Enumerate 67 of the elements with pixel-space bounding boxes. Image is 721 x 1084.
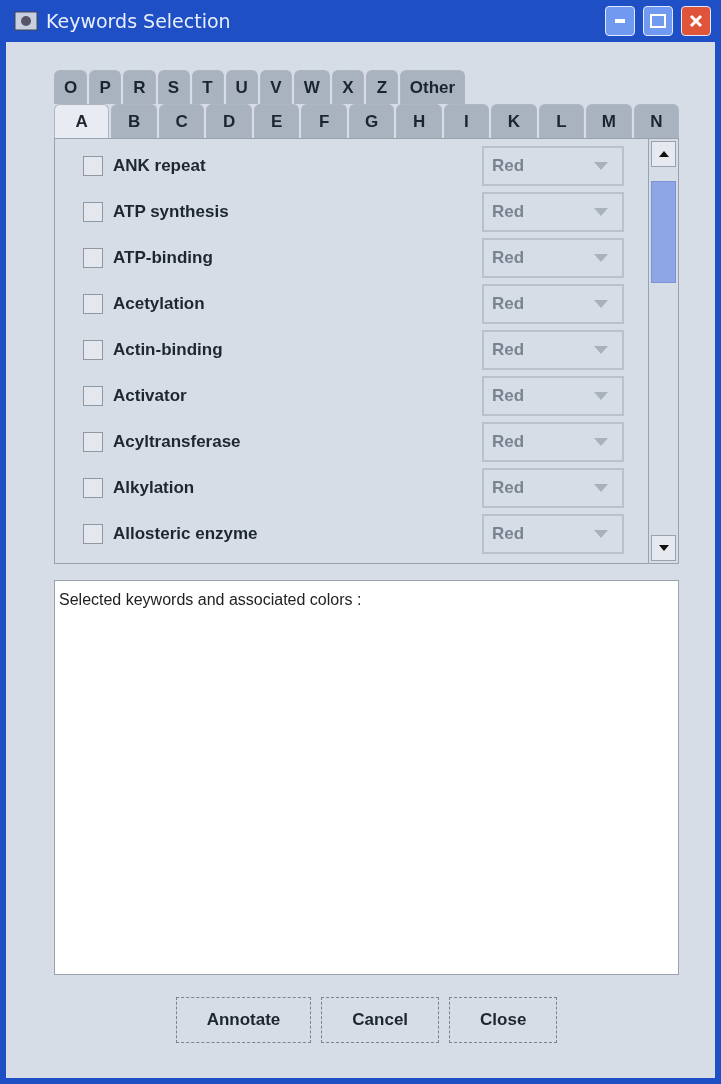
letter-tab[interactable]: N [633, 104, 680, 138]
keyword-checkbox[interactable] [83, 248, 103, 268]
letter-tab[interactable]: V [259, 70, 292, 104]
caret-icon [594, 300, 608, 308]
letter-tab[interactable]: T [191, 70, 224, 104]
keyword-checkbox[interactable] [83, 294, 103, 314]
minimize-button[interactable] [605, 6, 635, 36]
dialog-button[interactable]: Cancel [321, 996, 440, 1043]
letter-tab[interactable]: G [348, 104, 395, 138]
letter-tab[interactable]: U [225, 70, 258, 104]
caret-icon [594, 484, 608, 492]
keyword-checkbox[interactable] [83, 478, 103, 498]
letter-tab[interactable]: B [111, 104, 157, 138]
letter-tab[interactable]: F [301, 104, 347, 138]
keyword-label: ATP-binding [113, 248, 214, 268]
letter-tab[interactable]: A [54, 104, 110, 138]
letter-tab[interactable]: C [158, 104, 205, 138]
keyword-label: Acyltransferase [113, 432, 242, 452]
scrollbar-thumb[interactable] [651, 181, 676, 283]
caret-icon [594, 162, 608, 170]
letter-tab[interactable]: I [443, 104, 490, 138]
letter-tab[interactable]: P [89, 70, 122, 104]
area-heading: Selected keywords and associated colors : [59, 591, 362, 608]
letter-tab[interactable]: E [253, 104, 300, 138]
letter-tab[interactable]: X [331, 70, 364, 104]
maximize-icon [650, 14, 666, 28]
keyword-label: Actin-binding [113, 340, 224, 360]
keyword-checkbox[interactable] [83, 156, 103, 176]
keyword-checkbox[interactable] [83, 524, 103, 544]
letter-tab[interactable]: D [206, 104, 252, 138]
keyword-checkbox[interactable] [83, 432, 103, 452]
app-icon [14, 9, 38, 33]
keyword-checkbox[interactable] [83, 386, 103, 406]
letter-tab[interactable]: H [396, 104, 442, 138]
letter-tab[interactable]: O [54, 70, 88, 104]
down-arrow-icon[interactable] [658, 545, 669, 551]
scrollbar[interactable] [648, 139, 678, 563]
letter-tab[interactable]: L [538, 104, 585, 138]
keyword-checkbox[interactable] [83, 202, 103, 222]
letter-tab[interactable]: W [293, 70, 330, 104]
close-button[interactable] [681, 6, 711, 36]
keyword-label: Alkylation [113, 478, 196, 498]
keyword-label: Acetylation [113, 294, 206, 314]
keyword-checkbox[interactable] [83, 340, 103, 360]
caret-icon [594, 392, 608, 400]
keyword-label: ATP synthesis [113, 202, 230, 222]
up-arrow-icon[interactable] [658, 151, 669, 157]
caret-icon [594, 254, 608, 262]
keyword-label: Activator [113, 386, 188, 406]
dialog-button[interactable]: Close [449, 996, 558, 1043]
maximize-button[interactable] [643, 6, 673, 36]
caret-icon [594, 346, 608, 354]
caret-icon [594, 438, 608, 446]
minimize-icon [615, 19, 625, 23]
close-icon [689, 14, 703, 28]
letter-tab[interactable]: S [157, 70, 190, 104]
letter-tab[interactable]: M [586, 104, 632, 138]
dialog-button[interactable]: Annotate [175, 996, 312, 1043]
caret-icon [594, 208, 608, 216]
caret-icon [594, 530, 608, 538]
letter-tab[interactable]: K [491, 104, 537, 138]
letter-tab[interactable]: Z [365, 70, 398, 104]
keyword-label: Allosteric enzyme [113, 524, 259, 544]
keyword-label: ANK repeat [113, 156, 207, 176]
letter-tab[interactable]: Other [399, 70, 466, 104]
letter-tab[interactable]: R [123, 70, 156, 104]
window-title: Keywords Selection [46, 10, 232, 32]
